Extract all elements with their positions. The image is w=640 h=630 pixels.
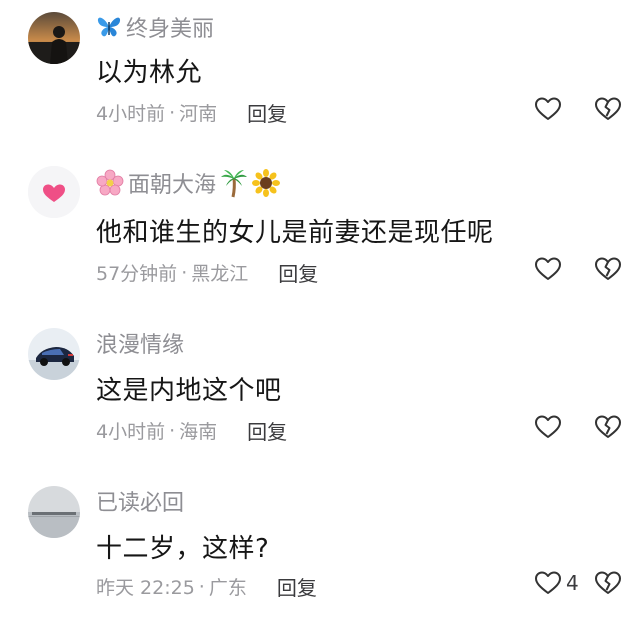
meta-separator: · xyxy=(169,101,176,124)
comment-meta: 4小时前 · 海南 回复 xyxy=(96,416,287,445)
comment-location: 河南 xyxy=(179,103,218,125)
comment-list: 终身美丽 以为林允 4小时前 · 河南 回复 面朝大海 他和谁生的女儿是前妻还是… xyxy=(0,0,640,630)
comment-actions xyxy=(534,96,622,122)
butterfly-icon xyxy=(96,15,122,39)
like-button[interactable] xyxy=(534,96,586,122)
username[interactable]: 已读必回 xyxy=(96,486,184,516)
comment-text: 十二岁，这样? xyxy=(96,534,270,564)
comment-location: 黑龙江 xyxy=(191,263,249,285)
avatar-image xyxy=(28,328,80,380)
meta-separator: · xyxy=(169,419,176,442)
broken-heart-icon xyxy=(595,571,621,594)
username-label: 面朝大海 xyxy=(128,173,217,198)
dislike-button[interactable] xyxy=(594,414,622,440)
comment-item: 浪漫情缘 这是内地这个吧 4小时前 · 海南 回复 xyxy=(0,310,640,470)
palm-tree-icon xyxy=(220,168,248,198)
comment-text: 他和谁生的女儿是前妻还是现任呢 xyxy=(96,218,494,248)
reply-button[interactable]: 回复 xyxy=(278,258,318,287)
username[interactable]: 浪漫情缘 xyxy=(96,328,184,358)
avatar-image xyxy=(28,486,80,538)
like-button[interactable] xyxy=(534,414,586,440)
like-button[interactable] xyxy=(534,256,586,282)
like-count: 4 xyxy=(566,571,579,595)
sunflower-icon xyxy=(252,169,281,197)
dislike-button[interactable] xyxy=(594,96,622,122)
cherry-blossom-icon xyxy=(96,169,124,197)
comment-actions xyxy=(534,256,622,282)
comment-text: 这是内地这个吧 xyxy=(96,376,282,406)
meta-separator: · xyxy=(181,261,188,284)
meta-separator: · xyxy=(198,575,205,598)
broken-heart-icon xyxy=(595,415,621,438)
comment-time: 4小时前 xyxy=(96,103,166,125)
avatar[interactable] xyxy=(28,166,80,218)
reply-button[interactable]: 回复 xyxy=(247,416,287,445)
comment-item: 已读必回 十二岁，这样? 昨天 22:25 · 广东 回复 4 xyxy=(0,470,640,630)
dislike-button[interactable] xyxy=(594,570,622,596)
comment-text: 以为林允 xyxy=(96,58,203,88)
comment-meta: 昨天 22:25 · 广东 回复 xyxy=(96,572,317,601)
username-label: 终身美丽 xyxy=(126,17,215,42)
username-label: 已读必回 xyxy=(96,491,185,516)
username[interactable]: 面朝大海 xyxy=(96,168,281,198)
comment-meta: 57分钟前 · 黑龙江 回复 xyxy=(96,258,318,287)
reply-button[interactable]: 回复 xyxy=(247,98,287,127)
heart-icon xyxy=(535,415,561,438)
dislike-button[interactable] xyxy=(594,256,622,282)
broken-heart-icon xyxy=(595,97,621,120)
comment-time: 57分钟前 xyxy=(96,263,178,285)
avatar[interactable] xyxy=(28,12,80,64)
avatar[interactable] xyxy=(28,328,80,380)
comment-location: 海南 xyxy=(179,421,218,443)
broken-heart-icon xyxy=(595,257,621,280)
heart-icon xyxy=(535,571,561,594)
username-label: 浪漫情缘 xyxy=(96,333,185,358)
like-button[interactable]: 4 xyxy=(534,570,586,596)
comment-meta: 4小时前 · 河南 回复 xyxy=(96,98,287,127)
reply-button[interactable]: 回复 xyxy=(277,572,317,601)
heart-icon xyxy=(535,257,561,280)
comment-actions xyxy=(534,414,622,440)
comment-time: 昨天 22:25 xyxy=(96,577,195,599)
avatar[interactable] xyxy=(28,486,80,538)
comment-time: 4小时前 xyxy=(96,421,166,443)
avatar-heart-icon xyxy=(28,166,80,218)
comment-item: 终身美丽 以为林允 4小时前 · 河南 回复 xyxy=(0,0,640,150)
comment-location: 广东 xyxy=(208,577,247,599)
comment-item: 面朝大海 他和谁生的女儿是前妻还是现任呢 57分钟前 · 黑龙江 回复 xyxy=(0,150,640,310)
avatar-image xyxy=(28,12,80,64)
username[interactable]: 终身美丽 xyxy=(96,12,214,42)
heart-icon xyxy=(535,97,561,120)
comment-actions: 4 xyxy=(534,570,622,596)
